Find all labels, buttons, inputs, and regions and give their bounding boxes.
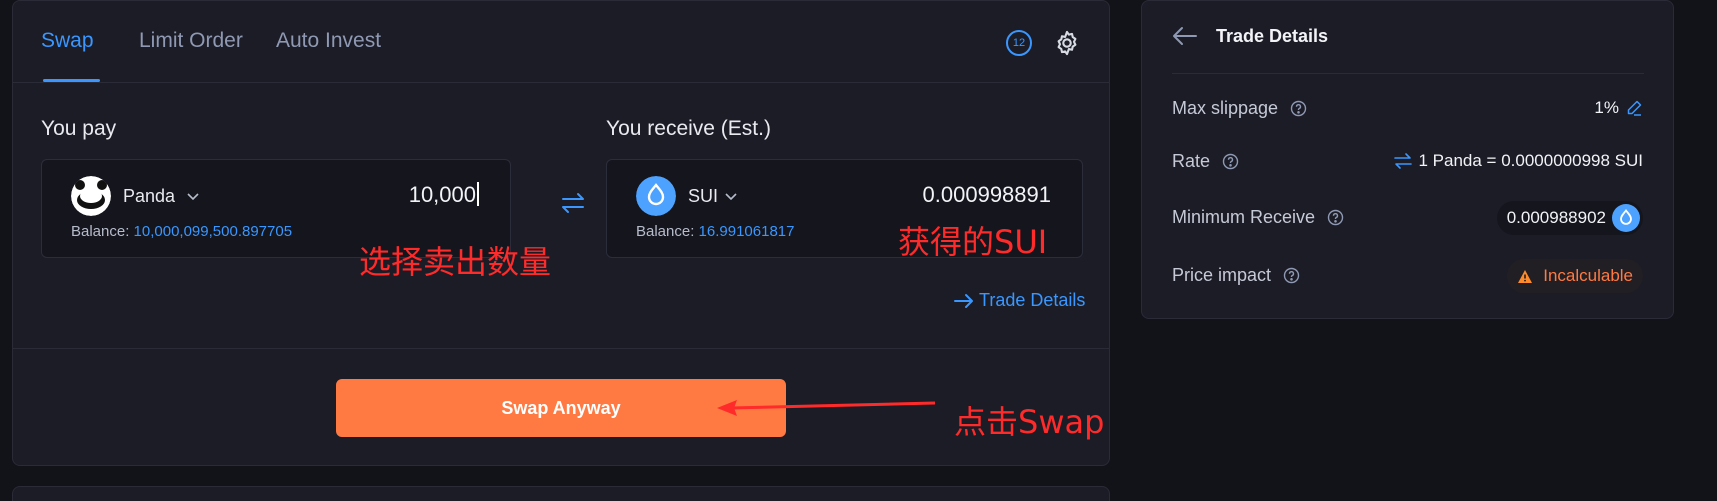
tab-swap[interactable]: Swap bbox=[41, 29, 94, 53]
tab-auto-invest[interactable]: Auto Invest bbox=[276, 29, 381, 53]
bottom-panel bbox=[12, 486, 1110, 501]
min-receive-label: Minimum Receive bbox=[1172, 207, 1316, 227]
min-receive-value: 0.000988902 bbox=[1506, 208, 1606, 227]
sui-token-icon bbox=[1612, 204, 1640, 232]
chevron-down-icon[interactable] bbox=[186, 191, 200, 201]
rate-row: Rate bbox=[1172, 151, 1239, 172]
pay-amount-value: 10,000 bbox=[408, 182, 476, 207]
price-impact-pill: Incalculable bbox=[1507, 259, 1643, 293]
price-impact-label: Price impact bbox=[1172, 265, 1272, 285]
swap-arrows-icon[interactable] bbox=[559, 189, 587, 217]
receive-amount: 0.000998891 bbox=[922, 182, 1051, 207]
receive-balance-value[interactable]: 16.991061817 bbox=[699, 223, 795, 240]
max-slippage-value-row[interactable]: 1% bbox=[1594, 98, 1643, 118]
active-tab-indicator bbox=[43, 79, 100, 82]
arrow-right-icon bbox=[954, 293, 973, 308]
trade-details-link[interactable]: Trade Details bbox=[953, 290, 1085, 311]
swap-arrows-icon[interactable] bbox=[1393, 152, 1413, 170]
panda-token-icon bbox=[71, 176, 111, 216]
question-icon[interactable] bbox=[1327, 209, 1344, 226]
details-divider bbox=[1172, 73, 1644, 74]
details-title: Trade Details bbox=[1216, 25, 1329, 46]
max-slippage-row: Max slippage bbox=[1172, 98, 1307, 119]
annotation-receive: 获得的SUI bbox=[898, 223, 1048, 261]
back-arrow-icon[interactable] bbox=[1172, 25, 1198, 47]
question-icon[interactable] bbox=[1290, 100, 1307, 117]
question-icon[interactable] bbox=[1283, 267, 1300, 284]
tabs-row: Swap Limit Order Auto Invest 12 bbox=[13, 1, 1109, 83]
annotation-button: 点击Swap bbox=[954, 403, 1105, 441]
timer-icon[interactable]: 12 bbox=[1006, 30, 1032, 56]
page: Swap Limit Order Auto Invest 12 You pay … bbox=[0, 0, 1717, 501]
rate-value-row: 1 Panda = 0.0000000998 SUI bbox=[1393, 151, 1644, 171]
pay-balance-value[interactable]: 10,000,099,500.897705 bbox=[134, 223, 293, 240]
rate-value: 1 Panda = 0.0000000998 SUI bbox=[1418, 151, 1644, 170]
you-pay-label: You pay bbox=[41, 117, 117, 140]
edit-icon[interactable] bbox=[1625, 99, 1643, 117]
receive-token-name[interactable]: SUI bbox=[688, 186, 718, 207]
receive-balance-label: Balance: bbox=[636, 223, 695, 240]
text-caret bbox=[477, 182, 479, 206]
annotation-arrow bbox=[717, 400, 936, 416]
trade-details-panel: Trade Details Max slippage 1% Rate 1 Pan… bbox=[1141, 0, 1674, 319]
trade-details-link-label: Trade Details bbox=[979, 290, 1086, 310]
tab-limit-order[interactable]: Limit Order bbox=[139, 29, 243, 53]
pay-token-name[interactable]: Panda bbox=[123, 186, 175, 207]
question-icon[interactable] bbox=[1222, 153, 1239, 170]
you-receive-label: You receive (Est.) bbox=[606, 117, 771, 140]
annotation-pay: 选择卖出数量 bbox=[359, 243, 552, 281]
max-slippage-label: Max slippage bbox=[1172, 98, 1279, 118]
details-header: Trade Details bbox=[1172, 25, 1328, 47]
gear-icon[interactable] bbox=[1053, 29, 1081, 57]
swap-panel: Swap Limit Order Auto Invest 12 You pay … bbox=[12, 0, 1110, 466]
timer-value: 12 bbox=[1012, 37, 1026, 49]
min-receive-row: Minimum Receive bbox=[1172, 207, 1344, 228]
warning-icon bbox=[1518, 269, 1533, 283]
sui-token-icon bbox=[636, 176, 676, 216]
pay-balance-label: Balance: bbox=[71, 223, 130, 240]
receive-balance: Balance: 16.991061817 bbox=[636, 223, 794, 240]
price-impact-value: Incalculable bbox=[1543, 266, 1633, 285]
min-receive-pill: 0.000988902 bbox=[1496, 201, 1643, 235]
max-slippage-value: 1% bbox=[1594, 98, 1619, 117]
pay-amount-input[interactable]: 10,000 bbox=[409, 182, 479, 208]
chevron-down-icon[interactable] bbox=[724, 191, 738, 201]
rate-label: Rate bbox=[1172, 151, 1211, 171]
divider bbox=[13, 348, 1109, 349]
price-impact-row: Price impact bbox=[1172, 265, 1300, 286]
pay-balance: Balance: 10,000,099,500.897705 bbox=[71, 223, 292, 240]
